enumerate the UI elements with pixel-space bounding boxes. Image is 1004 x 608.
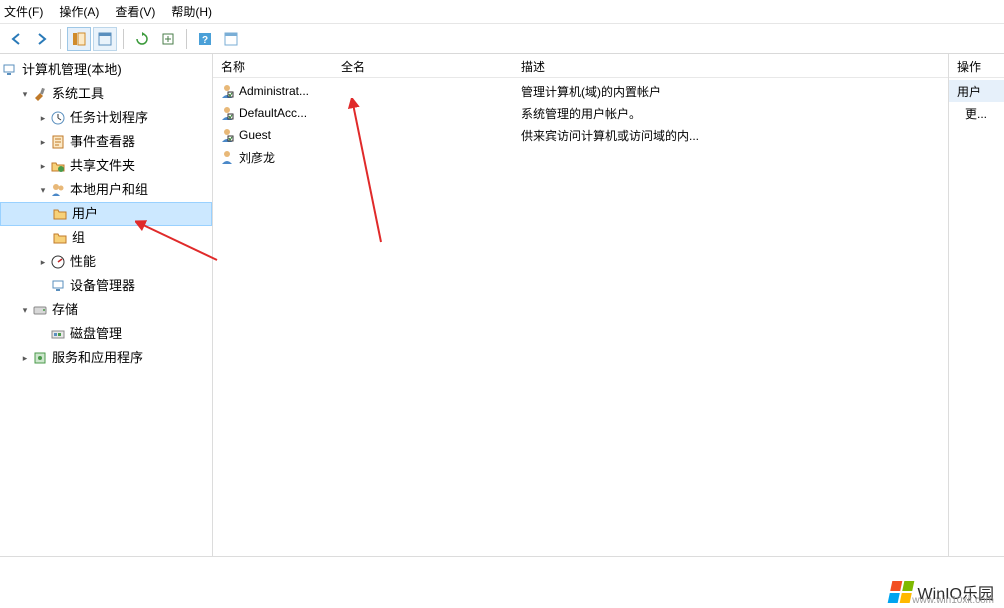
view-list-button[interactable] bbox=[93, 27, 117, 51]
folder-icon bbox=[52, 206, 68, 222]
user-name: Administrat... bbox=[239, 84, 309, 98]
column-description[interactable]: 描述 bbox=[513, 54, 948, 77]
tree-label: 存储 bbox=[52, 298, 78, 322]
tree-users[interactable]: 用户 bbox=[0, 202, 212, 226]
expand-icon: ▸ bbox=[36, 250, 50, 274]
tree-system-tools[interactable]: ▾ 系统工具 bbox=[0, 82, 212, 106]
actions-pane: 操作 用户 更... bbox=[949, 54, 1004, 556]
computer-icon bbox=[2, 62, 18, 78]
expand-icon: ▸ bbox=[36, 154, 50, 178]
services-icon bbox=[32, 350, 48, 366]
menu-view[interactable]: 查看(V) bbox=[115, 3, 155, 20]
tree-label: 事件查看器 bbox=[70, 130, 135, 154]
show-hide-tree-button[interactable] bbox=[67, 27, 91, 51]
column-name[interactable]: 名称 bbox=[213, 54, 333, 77]
menu-help[interactable]: 帮助(H) bbox=[171, 3, 212, 20]
user-name: Guest bbox=[239, 128, 271, 142]
user-description: 管理计算机(域)的内置帐户 bbox=[513, 83, 948, 100]
clock-icon bbox=[50, 110, 66, 126]
tree-performance[interactable]: ▸ 性能 bbox=[0, 250, 212, 274]
event-icon bbox=[50, 134, 66, 150]
nav-forward-button[interactable] bbox=[30, 27, 54, 51]
tree-event-viewer[interactable]: ▸ 事件查看器 bbox=[0, 130, 212, 154]
tree-label: 设备管理器 bbox=[70, 274, 135, 298]
tree-root-computer-management[interactable]: 计算机管理(本地) bbox=[0, 58, 212, 82]
tree-storage[interactable]: ▾ 存储 bbox=[0, 298, 212, 322]
list-item[interactable]: Guest 供来宾访问计算机或访问域的内... bbox=[213, 124, 948, 146]
expand-icon: ▸ bbox=[36, 106, 50, 130]
disk-icon bbox=[50, 326, 66, 342]
menu-file[interactable]: 文件(F) bbox=[4, 3, 43, 20]
tree-device-manager[interactable]: 设备管理器 bbox=[0, 274, 212, 298]
tree-label: 组 bbox=[72, 226, 85, 250]
performance-icon bbox=[50, 254, 66, 270]
tree-label: 任务计划程序 bbox=[70, 106, 148, 130]
export-button[interactable] bbox=[156, 27, 180, 51]
menu-bar: 文件(F) 操作(A) 查看(V) 帮助(H) bbox=[0, 0, 1004, 24]
properties-button[interactable] bbox=[219, 27, 243, 51]
collapse-icon: ▾ bbox=[18, 82, 32, 106]
users-icon bbox=[50, 182, 66, 198]
shared-folder-icon bbox=[50, 158, 66, 174]
tree-services-apps[interactable]: ▸ 服务和应用程序 bbox=[0, 346, 212, 370]
actions-section[interactable]: 用户 bbox=[949, 80, 1004, 102]
expand-icon: ▸ bbox=[18, 346, 32, 370]
navigation-tree: 计算机管理(本地) ▾ 系统工具 ▸ 任务计划程序 ▸ 事件查看器 ▸ 共享文件… bbox=[0, 54, 213, 556]
tree-disk-management[interactable]: 磁盘管理 bbox=[0, 322, 212, 346]
tree-label: 计算机管理(本地) bbox=[22, 58, 122, 82]
help-button[interactable]: ? bbox=[193, 27, 217, 51]
column-headers: 名称 全名 描述 bbox=[213, 54, 948, 78]
tree-task-scheduler[interactable]: ▸ 任务计划程序 bbox=[0, 106, 212, 130]
user-icon bbox=[219, 149, 235, 165]
list-item[interactable]: DefaultAcc... 系统管理的用户帐户。 bbox=[213, 102, 948, 124]
list-item[interactable]: Administrat... 管理计算机(域)的内置帐户 bbox=[213, 80, 948, 102]
tree-shared-folders[interactable]: ▸ 共享文件夹 bbox=[0, 154, 212, 178]
column-fullname[interactable]: 全名 bbox=[333, 54, 513, 77]
toolbar-divider bbox=[186, 29, 187, 49]
list-item[interactable]: 刘彦龙 bbox=[213, 146, 948, 168]
footer: WinIO乐园 www.win10xit.com bbox=[0, 556, 1004, 608]
toolbar-divider bbox=[123, 29, 124, 49]
tools-icon bbox=[32, 86, 48, 102]
collapse-icon: ▾ bbox=[36, 178, 50, 202]
user-icon bbox=[219, 83, 235, 99]
user-description: 供来宾访问计算机或访问域的内... bbox=[513, 127, 948, 144]
user-name: DefaultAcc... bbox=[239, 106, 307, 120]
tree-groups[interactable]: 组 bbox=[0, 226, 212, 250]
tree-label: 系统工具 bbox=[52, 82, 104, 106]
list-pane: 名称 全名 描述 Administrat... 管理计算机(域)的内置帐户 De… bbox=[213, 54, 949, 556]
toolbar-divider bbox=[60, 29, 61, 49]
workspace: 计算机管理(本地) ▾ 系统工具 ▸ 任务计划程序 ▸ 事件查看器 ▸ 共享文件… bbox=[0, 54, 1004, 556]
user-list: Administrat... 管理计算机(域)的内置帐户 DefaultAcc.… bbox=[213, 78, 948, 168]
tree-label: 性能 bbox=[70, 250, 96, 274]
user-name: 刘彦龙 bbox=[239, 149, 275, 166]
actions-header: 操作 bbox=[949, 54, 1004, 78]
tree-label: 用户 bbox=[72, 202, 98, 226]
menu-action[interactable]: 操作(A) bbox=[59, 3, 99, 20]
expand-icon: ▸ bbox=[36, 130, 50, 154]
tree-label: 磁盘管理 bbox=[70, 322, 122, 346]
toolbar: ? bbox=[0, 24, 1004, 54]
folder-icon bbox=[52, 230, 68, 246]
tree-label: 共享文件夹 bbox=[70, 154, 135, 178]
windows-logo-icon bbox=[887, 581, 914, 603]
storage-icon bbox=[32, 302, 48, 318]
device-icon bbox=[50, 278, 66, 294]
svg-text:?: ? bbox=[202, 35, 208, 46]
brand-url: www.win10xit.com bbox=[912, 595, 994, 606]
user-description: 系统管理的用户帐户。 bbox=[513, 105, 948, 122]
tree-label: 本地用户和组 bbox=[70, 178, 148, 202]
tree-label: 服务和应用程序 bbox=[52, 346, 143, 370]
user-icon bbox=[219, 105, 235, 121]
user-icon bbox=[219, 127, 235, 143]
tree-local-users-groups[interactable]: ▾ 本地用户和组 bbox=[0, 178, 212, 202]
nav-back-button[interactable] bbox=[4, 27, 28, 51]
collapse-icon: ▾ bbox=[18, 298, 32, 322]
actions-more[interactable]: 更... bbox=[949, 102, 1004, 124]
refresh-button[interactable] bbox=[130, 27, 154, 51]
